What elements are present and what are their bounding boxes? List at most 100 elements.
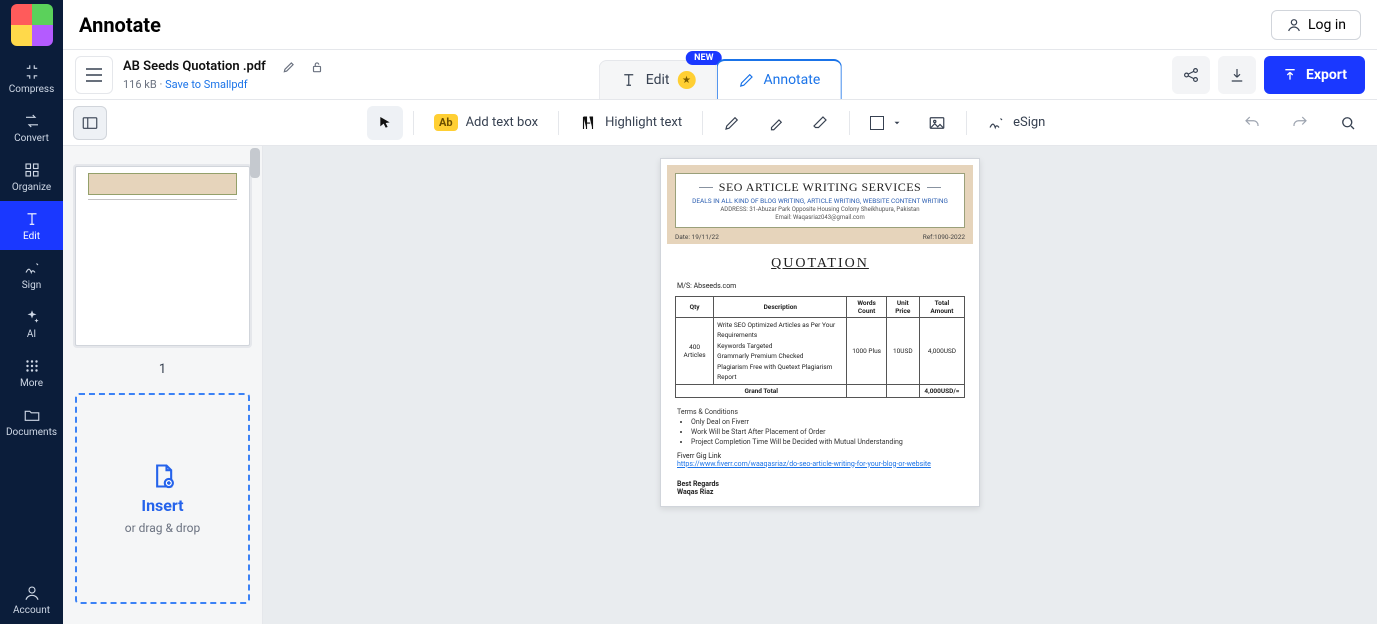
tab-label: Edit — [646, 72, 670, 88]
login-label: Log in — [1308, 17, 1346, 33]
convert-icon — [22, 111, 42, 131]
tab-edit[interactable]: Edit ★ NEW — [599, 60, 717, 99]
signature-icon — [987, 114, 1005, 132]
ab-icon: Ab — [434, 114, 458, 131]
rail-account[interactable]: Account — [0, 575, 63, 624]
page-number: 1 — [75, 362, 250, 377]
rail-more[interactable]: More — [0, 348, 63, 397]
save-link[interactable]: Save to Smallpdf — [165, 78, 247, 91]
highlight-tool[interactable]: Highlight text — [569, 106, 692, 140]
pencil-icon — [737, 71, 755, 89]
table-header-row: Qty Description Words Count Unit Price T… — [676, 297, 965, 318]
share-button[interactable] — [1172, 56, 1210, 94]
eraser-icon — [811, 114, 829, 132]
tool-label: eSign — [1013, 115, 1045, 130]
gig-link[interactable]: https://www.fiverr.com/waaqasriaz/do-seo… — [677, 460, 931, 468]
lock-button[interactable] — [306, 56, 328, 78]
document-canvas[interactable]: SEO ARTICLE WRITING SERVICES DEALS IN AL… — [263, 146, 1377, 624]
sparkle-icon — [22, 307, 42, 327]
app-logo[interactable] — [11, 4, 53, 46]
table-row: 400 Articles Write SEO Optimized Article… — [676, 318, 965, 385]
lock-open-icon — [310, 60, 324, 74]
quotation-table: Qty Description Words Count Unit Price T… — [675, 296, 965, 398]
undo-button[interactable] — [1233, 106, 1271, 140]
file-name: AB Seeds Quotation .pdf — [123, 59, 266, 76]
page-thumbnail[interactable] — [75, 166, 250, 346]
tool-label: Highlight text — [605, 115, 682, 130]
signature-block: Best Regards Waqas Riaz — [667, 472, 973, 500]
workspace: 1 Insert or drag & drop SEO ARTICLE WRIT… — [63, 146, 1377, 624]
image-tool[interactable] — [918, 106, 956, 140]
pen-icon — [723, 114, 741, 132]
insert-subtitle: or drag & drop — [125, 521, 200, 535]
company-email: Email: Waqasriaz043@gmail.com — [684, 214, 956, 221]
add-text-tool[interactable]: AbAdd text box — [424, 106, 548, 140]
rail-organize[interactable]: Organize — [0, 152, 63, 201]
rail-compress[interactable]: Compress — [0, 54, 63, 103]
upload-icon — [1282, 67, 1298, 83]
rail-documents[interactable]: Documents — [0, 397, 63, 446]
marker-tool[interactable] — [757, 106, 795, 140]
search-button[interactable] — [1329, 106, 1367, 140]
rail-label: More — [20, 378, 43, 389]
document-page: SEO ARTICLE WRITING SERVICES DEALS IN AL… — [660, 158, 980, 507]
rename-button[interactable] — [278, 56, 300, 78]
edit-text-icon — [620, 71, 638, 89]
redo-button[interactable] — [1281, 106, 1319, 140]
mode-tabs: Edit ★ NEW Annotate — [599, 50, 842, 99]
main-area: Annotate Log in AB Seeds Quotation .pdf … — [63, 0, 1377, 624]
download-button[interactable] — [1218, 56, 1256, 94]
sidebar-icon — [81, 114, 99, 132]
grid-icon — [22, 356, 42, 376]
panel-toggle-button[interactable] — [73, 106, 107, 140]
square-icon — [870, 116, 884, 130]
chevron-down-icon — [892, 118, 902, 128]
scrollbar-thumb[interactable] — [250, 148, 260, 178]
rail-label: Edit — [23, 231, 40, 242]
top-header: Annotate Log in — [63, 0, 1377, 50]
user-icon — [1286, 17, 1302, 33]
eraser-tool[interactable] — [801, 106, 839, 140]
menu-button[interactable] — [75, 56, 113, 94]
gig-link-section: Fiverr Gig Link https://www.fiverr.com/w… — [667, 448, 973, 472]
rail-label: Compress — [9, 84, 55, 95]
rail-label: Sign — [22, 280, 42, 291]
rail-edit[interactable]: Edit — [0, 201, 63, 250]
esign-tool[interactable]: eSign — [977, 106, 1055, 140]
search-icon — [1339, 114, 1357, 132]
export-button[interactable]: Export — [1264, 56, 1365, 94]
insert-title: Insert — [141, 496, 183, 515]
company-name: SEO ARTICLE WRITING SERVICES — [684, 180, 956, 195]
file-info: AB Seeds Quotation .pdf 116 kB · Save to… — [123, 56, 328, 92]
rail-label: Account — [13, 605, 50, 616]
tab-label: Annotate — [763, 72, 820, 88]
doc-ref: Ref:1090-2022 — [923, 233, 965, 241]
rail-label: Organize — [12, 182, 51, 193]
header-actions: Export — [1172, 56, 1365, 94]
login-button[interactable]: Log in — [1271, 10, 1361, 40]
image-icon — [928, 114, 946, 132]
doc-title: QUOTATION — [667, 256, 973, 272]
rail-label: Documents — [6, 427, 57, 438]
letterhead: SEO ARTICLE WRITING SERVICES DEALS IN AL… — [675, 173, 965, 228]
pen-tool[interactable] — [713, 106, 751, 140]
client-line: M/S: Abseeds.com — [667, 282, 973, 290]
terms-section: Terms & Conditions Only Deal on Fiverr W… — [667, 408, 973, 447]
user-icon — [22, 583, 42, 603]
insert-page-dropzone[interactable]: Insert or drag & drop — [75, 393, 250, 604]
rail-sign[interactable]: Sign — [0, 250, 63, 299]
shape-tool[interactable] — [860, 106, 912, 140]
rail-convert[interactable]: Convert — [0, 103, 63, 152]
select-tool[interactable] — [367, 106, 403, 140]
star-icon: ★ — [677, 71, 695, 89]
tab-annotate[interactable]: Annotate — [716, 59, 841, 99]
company-tagline: DEALS IN ALL KIND OF BLOG WRITING, ARTIC… — [684, 197, 956, 205]
sign-icon — [22, 258, 42, 278]
rail-ai[interactable]: AI — [0, 299, 63, 348]
organize-icon — [22, 160, 42, 180]
export-label: Export — [1306, 67, 1347, 83]
file-size: 116 kB — [123, 78, 157, 91]
edit-text-icon — [22, 209, 42, 229]
undo-icon — [1243, 114, 1261, 132]
company-address: ADDRESS: 31-Abuzar Park Opposite Housing… — [684, 206, 956, 213]
